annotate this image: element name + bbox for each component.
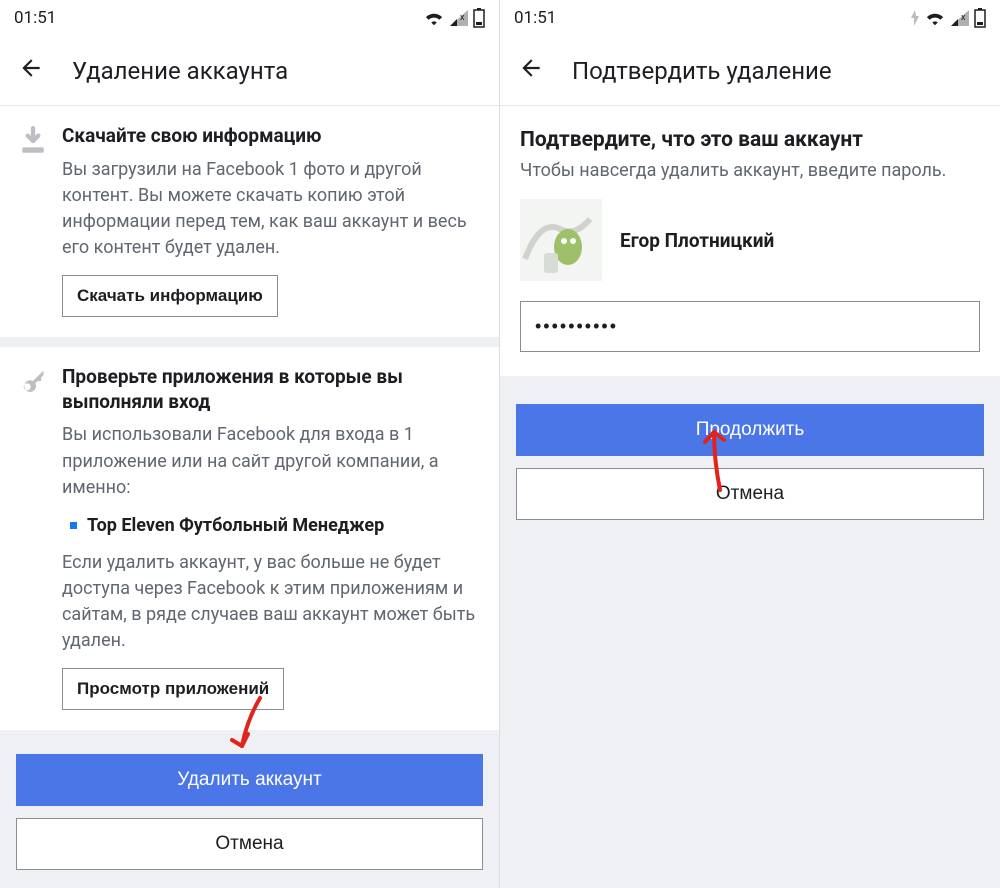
apps-title: Проверьте приложения в которые вы выполн… [62,365,481,414]
battery-icon [974,8,986,28]
download-info-card: Скачайте свою информацию Вы загрузили на… [0,106,499,337]
download-icon [18,124,48,317]
apps-text: Вы использовали Facebook для входа в 1 п… [62,422,481,500]
page-title: Удаление аккаунта [72,57,288,85]
signal-alt-icon [910,10,920,26]
user-row: Егор Плотницкий [520,199,980,281]
back-arrow-icon[interactable] [18,55,44,86]
app-bullet-row: Top Eleven Футбольный Менеджер [70,515,481,536]
action-area: Продолжить Отмена [500,390,1000,534]
download-info-button[interactable]: Скачать информацию [62,275,278,317]
cancel-button[interactable]: Отмена [516,468,984,520]
header: Подтвердить удаление [500,36,1000,106]
confirm-title: Подтвердите, что это ваш аккаунт [520,128,980,152]
wifi-icon [924,9,946,27]
apps-card: Проверьте приложения в которые вы выполн… [0,347,499,730]
download-title: Скачайте свою информацию [62,124,481,149]
confirm-card: Подтвердите, что это ваш аккаунт Чтобы н… [500,106,1000,376]
signal-icon: x [950,9,970,27]
svg-text:x: x [961,13,966,23]
view-apps-button[interactable]: Просмотр приложений [62,668,284,710]
password-input[interactable] [520,301,980,352]
page-title: Подтвердить удаление [572,57,832,85]
status-bar: 01:51 x [500,0,1000,36]
avatar [520,199,602,281]
continue-button[interactable]: Продолжить [516,404,984,456]
app-name: Top Eleven Футбольный Менеджер [87,515,384,536]
status-bar: 01:51 x [0,0,499,36]
key-icon [18,365,48,710]
bullet-icon [70,522,77,529]
download-text: Вы загрузили на Facebook 1 фото и другой… [62,157,481,261]
status-icons: x [910,8,986,28]
apps-after-text: Если удалить аккаунт, у вас больше не бу… [62,550,481,654]
back-arrow-icon[interactable] [518,55,544,86]
battery-icon [473,8,485,28]
wifi-icon [423,9,445,27]
signal-icon: x [449,9,469,27]
status-icons: x [423,8,485,28]
screen-delete-account: 01:51 x Удаление аккаунта Скачайте свою … [0,0,500,888]
user-name: Егор Плотницкий [620,229,774,252]
status-time: 01:51 [14,8,56,28]
delete-account-button[interactable]: Удалить аккаунт [16,754,483,806]
header: Удаление аккаунта [0,36,499,106]
svg-text:x: x [460,13,465,23]
status-time: 01:51 [514,8,556,28]
cancel-button[interactable]: Отмена [16,818,483,870]
screen-confirm-delete: 01:51 x Подтвердить удаление Подтвердите… [500,0,1000,888]
action-area: Удалить аккаунт Отмена [0,740,499,884]
confirm-text: Чтобы навсегда удалить аккаунт, введите … [520,160,980,181]
